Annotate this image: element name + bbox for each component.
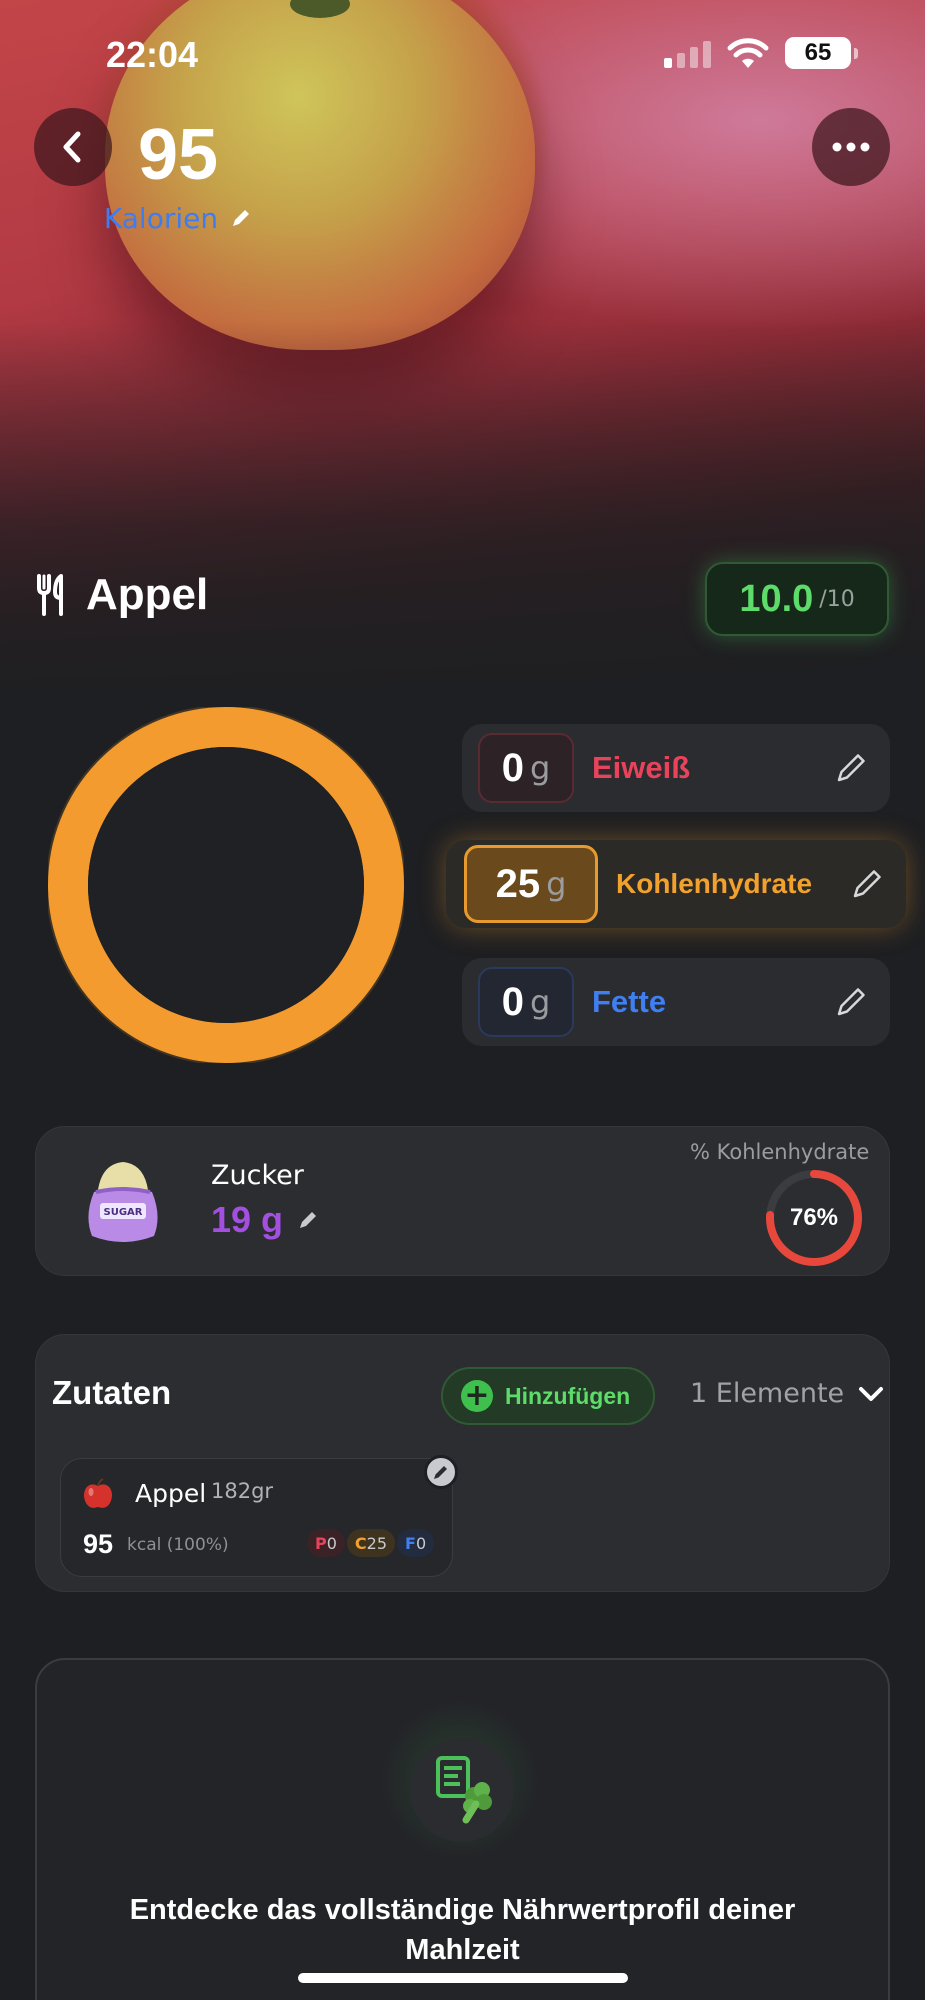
pencil-icon[interactable]	[834, 751, 868, 785]
ingredient-kcal-unit: kcal (100%)	[127, 1535, 229, 1555]
chevron-left-icon	[63, 131, 81, 163]
protein-chip: P0	[307, 1529, 345, 1557]
calorie-ring	[48, 707, 404, 1063]
ingredient-item[interactable]: Appel 182gr 95 kcal (100%) P0 C 25 F0	[60, 1458, 453, 1577]
battery-indicator: 65	[785, 37, 858, 69]
fat-unit: g	[529, 983, 551, 1021]
apple-icon	[84, 1478, 112, 1508]
chevron-down-icon	[859, 1386, 884, 1401]
carbs-value: 25	[495, 861, 541, 906]
wifi-icon	[727, 38, 769, 68]
fat-label: Fette	[592, 984, 667, 1019]
cellular-signal-icon	[664, 40, 711, 68]
pencil-icon[interactable]	[850, 867, 884, 901]
back-button[interactable]	[34, 108, 112, 186]
health-score-value: 10.0	[739, 577, 814, 620]
protein-label: Eiweiß	[592, 750, 691, 785]
fat-value-box: 0 g	[478, 967, 574, 1037]
macro-fat-row[interactable]: 0 g Fette	[462, 958, 890, 1046]
sugar-bag-icon: SUGAR	[88, 1162, 158, 1242]
sugar-title: Zucker	[211, 1160, 304, 1191]
health-score-badge[interactable]: 10.0 /10	[705, 562, 889, 636]
more-dots-icon	[832, 142, 870, 152]
carbs-label: Kohlenhydrate	[616, 868, 813, 899]
promo-icon-circle	[410, 1738, 514, 1842]
pencil-icon[interactable]	[230, 207, 252, 229]
macro-carbs-row[interactable]: 25 g Kohlenhydrate	[446, 840, 906, 928]
ingredient-weight: 182gr	[211, 1479, 274, 1503]
macro-protein-row[interactable]: 0 g Eiweiß	[462, 724, 890, 812]
ingredient-name: Appel	[135, 1479, 207, 1508]
health-score-max: /10	[819, 586, 855, 612]
svg-text:SUGAR: SUGAR	[104, 1207, 143, 1218]
calorie-value: 95	[137, 114, 219, 195]
fat-chip: F0	[397, 1529, 435, 1557]
pencil-icon[interactable]	[834, 985, 868, 1019]
ingredient-kcal: 95	[83, 1529, 114, 1559]
promo-text: Entdecke das vollständige Nährwertprofil…	[129, 1894, 796, 1966]
carbs-chip: C 25	[346, 1529, 396, 1557]
status-time: 22:04	[106, 34, 199, 75]
status-bar: 22:04 65	[0, 0, 925, 110]
pencil-icon	[434, 1466, 447, 1479]
nutrition-report-icon	[436, 1756, 492, 1824]
ingredients-title: Zutaten	[52, 1374, 172, 1411]
food-title-row: Appel	[36, 570, 208, 620]
protein-unit: g	[529, 749, 551, 787]
food-name: Appel	[86, 570, 209, 619]
cutlery-icon	[37, 574, 63, 616]
carbs-value-box: 25 g	[464, 845, 598, 923]
sugar-value: 19 g	[211, 1199, 284, 1240]
add-ingredient-label: Hinzufügen	[505, 1382, 631, 1409]
fat-value: 0	[501, 979, 524, 1024]
add-ingredient-button[interactable]: + Hinzufügen	[441, 1367, 655, 1425]
carb-percent-label: % Kohlenhydrate	[690, 1140, 870, 1164]
sugar-percent-value: 76%	[789, 1204, 839, 1231]
pencil-icon[interactable]	[297, 1209, 319, 1231]
carbs-unit: g	[546, 865, 567, 903]
plus-icon: +	[461, 1380, 493, 1412]
ingredients-count: 1 Elemente	[690, 1378, 845, 1409]
protein-value: 0	[501, 745, 524, 790]
edit-ingredient-button[interactable]	[424, 1455, 458, 1489]
home-indicator[interactable]	[298, 1973, 628, 1983]
protein-value-box: 0 g	[478, 733, 574, 803]
calorie-label: Kalorien	[103, 201, 219, 235]
more-options-button[interactable]	[812, 108, 890, 186]
ingredients-toggle[interactable]: 1 Elemente	[690, 1378, 884, 1409]
